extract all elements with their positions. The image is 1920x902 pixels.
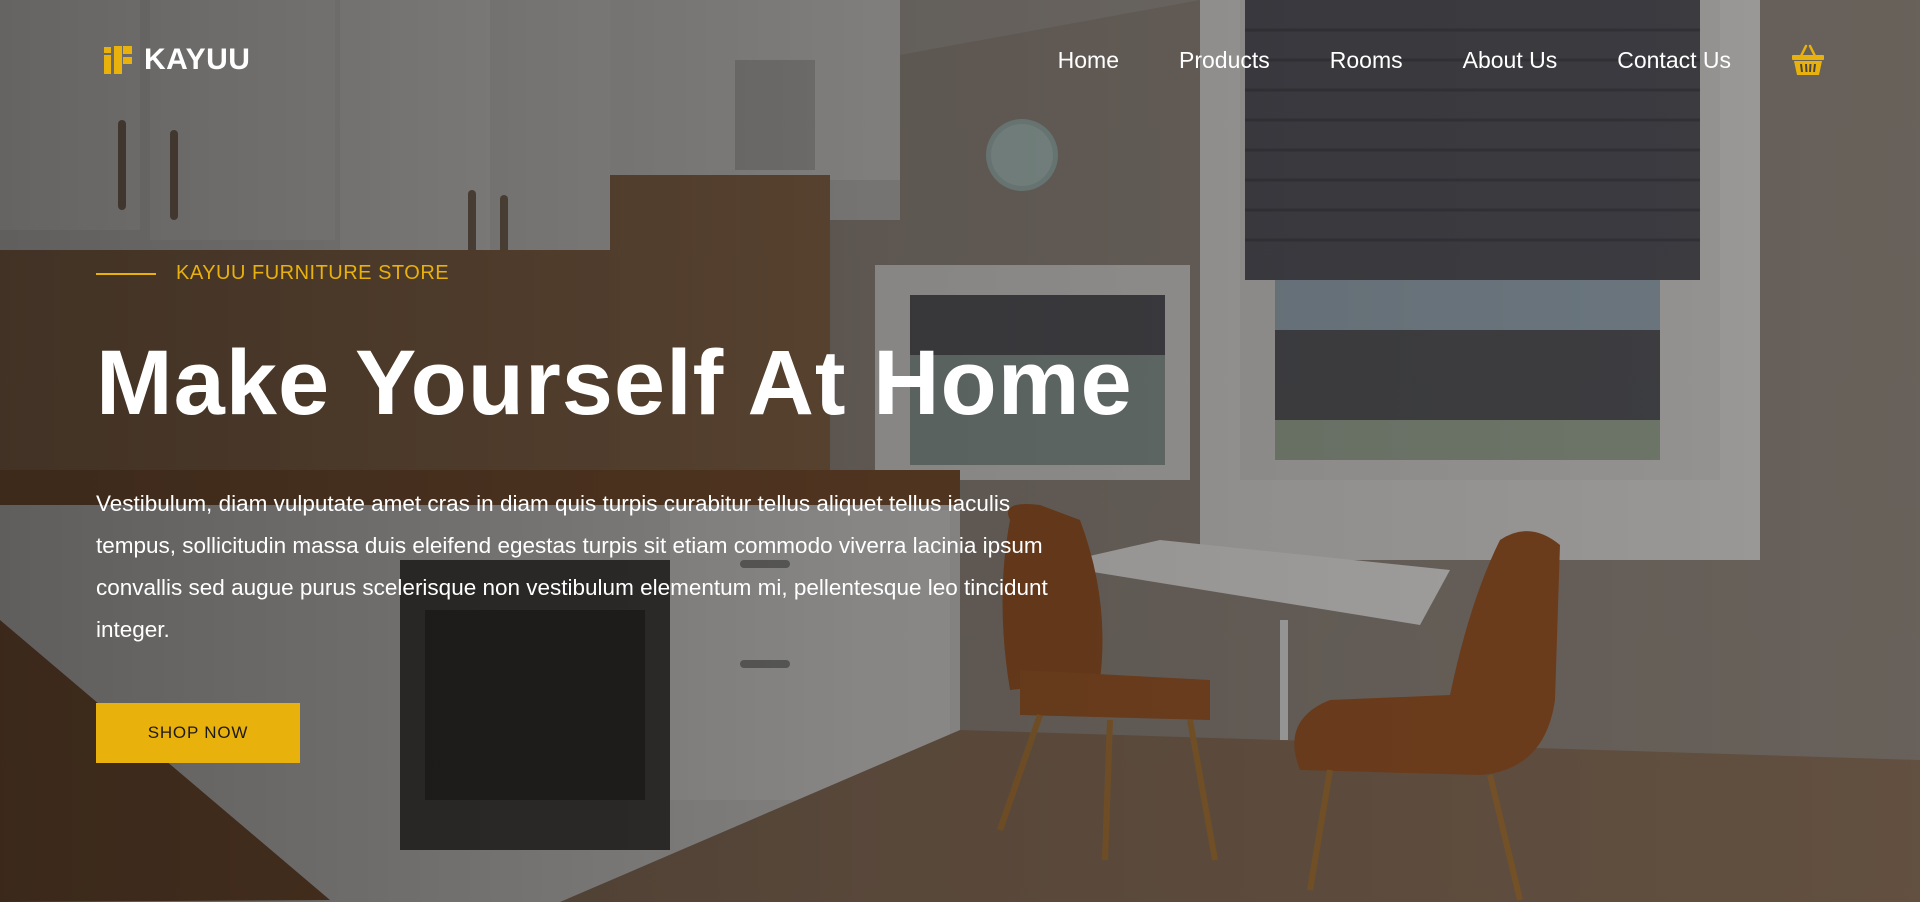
eyebrow: KAYUU FURNITURE STORE	[96, 262, 1246, 285]
brand-name: KAYUU	[144, 43, 251, 76]
shop-now-button[interactable]: SHOP NOW	[96, 703, 300, 763]
nav-link-products[interactable]: Products	[1179, 47, 1270, 74]
nav-link-rooms[interactable]: Rooms	[1330, 47, 1403, 74]
hero-section: KAYUU Home Products Rooms About Us Conta…	[0, 0, 1920, 902]
nav-links: Home Products Rooms About Us Contact Us	[1058, 47, 1731, 74]
top-navigation: KAYUU Home Products Rooms About Us Conta…	[0, 0, 1920, 120]
hero-content: KAYUU FURNITURE STORE Make Yourself At H…	[96, 262, 1246, 763]
kayuu-logo-icon	[104, 46, 132, 74]
eyebrow-text: KAYUU FURNITURE STORE	[176, 262, 450, 284]
nav-link-contact-us[interactable]: Contact Us	[1617, 47, 1731, 74]
nav-link-about-us[interactable]: About Us	[1463, 47, 1558, 74]
hero-headline: Make Yourself At Home	[96, 332, 1133, 434]
nav-link-home[interactable]: Home	[1058, 47, 1119, 74]
shopping-basket-icon[interactable]	[1791, 43, 1825, 77]
hero-description: Vestibulum, diam vulputate amet cras in …	[96, 491, 1048, 642]
eyebrow-divider	[96, 272, 156, 275]
brand[interactable]: KAYUU	[104, 43, 250, 77]
